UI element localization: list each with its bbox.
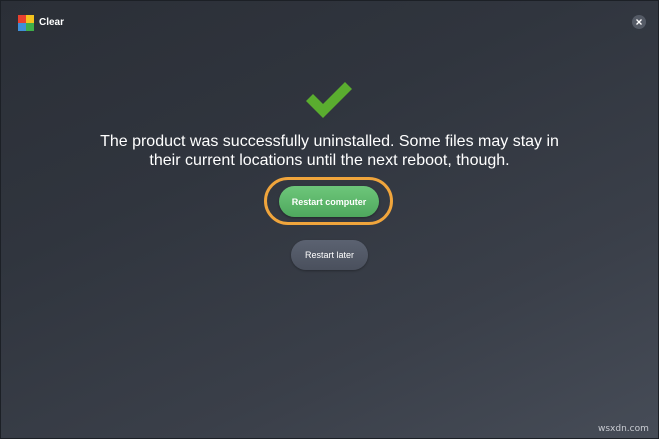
avg-logo-icon xyxy=(18,15,34,31)
title-bar: Clear xyxy=(1,1,658,41)
status-message-line: their current locations until the next r… xyxy=(149,152,510,169)
watermark: wsxdn.com xyxy=(598,424,649,434)
status-message-line: The product was successfully uninstalled… xyxy=(100,133,559,150)
window-title: Clear xyxy=(39,17,65,28)
restart-later-button[interactable]: Restart later xyxy=(291,240,368,270)
restart-computer-button[interactable]: Restart computer xyxy=(279,186,379,217)
close-icon xyxy=(636,19,642,25)
uninstaller-window: Clear The product was successfully unins… xyxy=(0,0,659,439)
close-button[interactable] xyxy=(632,15,646,29)
status-message: The product was successfully uninstalled… xyxy=(41,132,618,170)
checkmark-icon xyxy=(306,82,352,118)
